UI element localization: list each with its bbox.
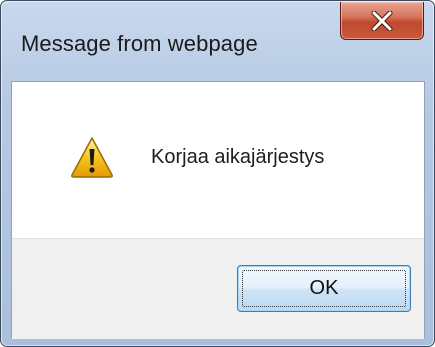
dialog-message: Korjaa aikajärjestys <box>151 146 325 168</box>
dialog-title: Message from webpage <box>21 31 258 56</box>
message-area: Korjaa aikajärjestys <box>12 82 424 238</box>
ok-button[interactable]: OK <box>237 265 411 312</box>
dialog-window: Message from webpage Korjaa aikajärjesty… <box>0 0 435 347</box>
title-bar[interactable]: Message from webpage <box>1 1 434 81</box>
dialog-body: Korjaa aikajärjestys OK <box>11 81 425 339</box>
warning-icon <box>71 137 113 178</box>
close-button[interactable] <box>340 2 424 40</box>
button-bar: OK <box>12 238 424 339</box>
ok-button-label: OK <box>309 277 339 299</box>
close-icon <box>371 10 393 31</box>
